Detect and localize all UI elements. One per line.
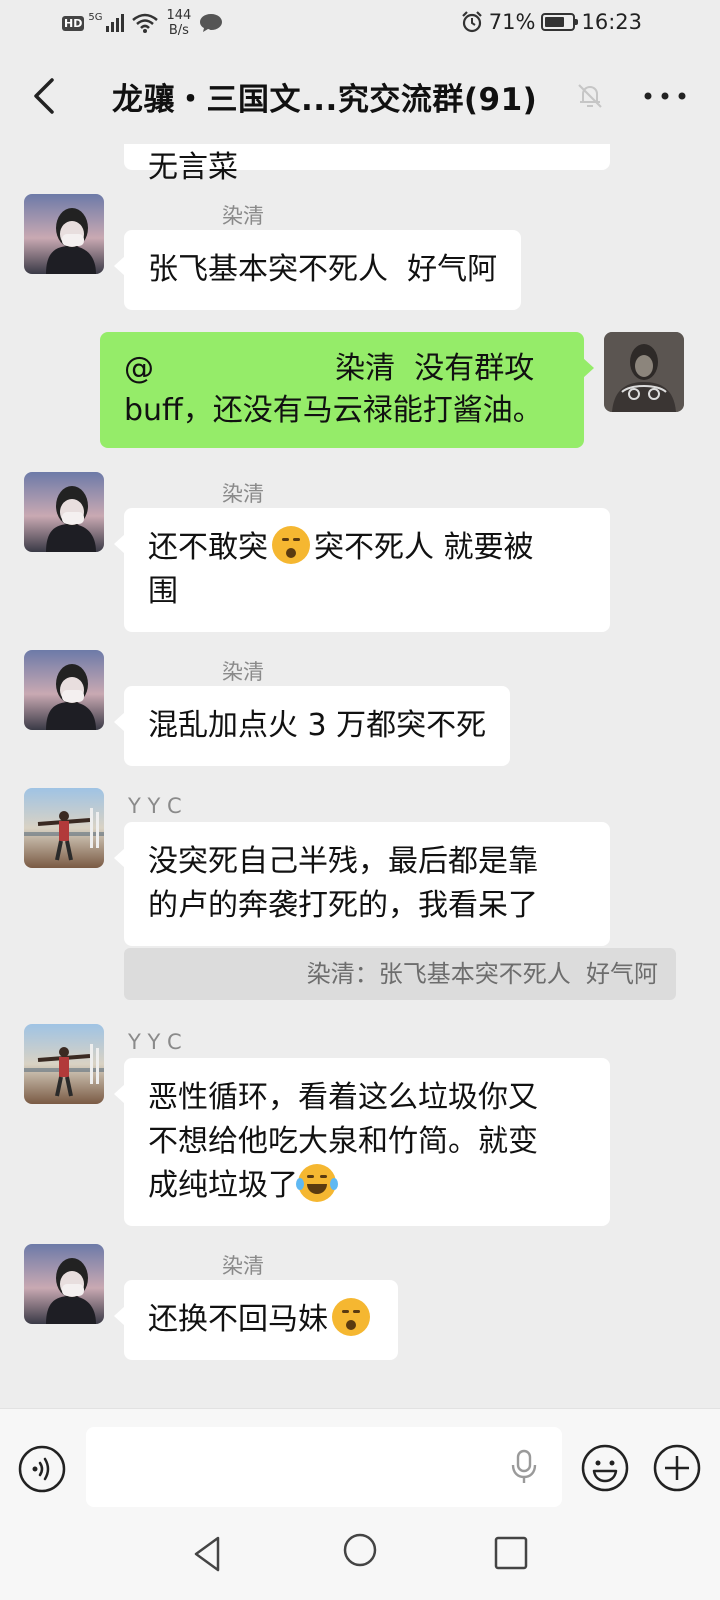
message-text-line: 没突死自己半残，最后都是靠 xyxy=(148,844,538,879)
net-speed-value: 144 xyxy=(166,8,192,23)
back-arrow-icon xyxy=(34,78,54,114)
quoted-reply[interactable]: 染清：张飞基本突不死人 好气阿 xyxy=(124,948,676,1000)
message-text: 无言菜 xyxy=(148,150,238,185)
message-bubble[interactable]: 还换不回马妹 xyxy=(114,1280,398,1360)
message-text-line: 的卢的奔袭打死的，我看呆了 xyxy=(148,888,538,923)
message-text: 成纯垃圾了 xyxy=(148,1168,298,1203)
message-text: 张飞基本突不死人 好气阿 xyxy=(148,252,498,287)
message-text-line: 围 xyxy=(148,574,178,609)
system-recents-icon[interactable] xyxy=(494,1536,528,1570)
sender-name: 染清 xyxy=(222,1254,264,1278)
message-bubble[interactable]: 张飞基本突不死人 好气阿 xyxy=(113,230,522,310)
message-bubble[interactable]: 没突死自己半残，最后都是靠 的卢的奔袭打死的，我看呆了 xyxy=(114,822,610,946)
avatar[interactable] xyxy=(24,194,104,274)
chat-title: 龙骧・三国文...究交流群(91) xyxy=(112,82,538,118)
message-text-line: @ 染清 没有群攻 xyxy=(124,351,535,386)
message-bubble[interactable]: 恶性循环，看着这么垃圾你又 不想给他吃大泉和竹简。就变 成纯垃圾了 xyxy=(114,1058,610,1226)
message-text: 还换不回马妹 xyxy=(148,1302,328,1337)
message-bubble[interactable]: 还不敢突 突不死人 就要被 围 xyxy=(114,508,610,632)
net-speed-unit: B/s xyxy=(168,23,189,38)
kissing-face-emoji-icon xyxy=(272,526,310,564)
status-left: HD 5G 144 B/s xyxy=(62,8,223,38)
emoji-button[interactable] xyxy=(580,1443,630,1493)
message-text-line: 恶性循环，看着这么垃圾你又 xyxy=(148,1080,538,1115)
sender-name: Y Y C xyxy=(128,1030,182,1054)
signal-icon xyxy=(106,14,125,32)
message-text-line: 不想给他吃大泉和竹简。就变 xyxy=(148,1124,538,1159)
avatar[interactable] xyxy=(24,1244,104,1324)
self-avatar[interactable] xyxy=(604,332,684,412)
quoted-text: 染清：张飞基本突不死人 好气阿 xyxy=(306,960,658,988)
battery-level xyxy=(545,17,564,27)
message-bubble-self[interactable]: @ 染清 没有群攻 buff，还没有马云禄能打酱油。 xyxy=(100,332,594,448)
clock: 16:23 xyxy=(581,10,642,34)
battery-icon xyxy=(541,13,579,31)
message-input[interactable] xyxy=(86,1427,562,1507)
message-notification-icon xyxy=(200,14,223,32)
message-bubble[interactable]: 混乱加点火 3 万都突不死 xyxy=(113,686,511,766)
hd-badge: HD xyxy=(62,15,85,31)
sender-name: 染清 xyxy=(222,660,264,684)
message-list[interactable]: 无言菜 染清 张飞基本突不死人 好气阿 @ 染清 没有群攻 buff，还没有马云… xyxy=(0,144,720,1408)
microphone-icon[interactable] xyxy=(510,1449,538,1485)
message-text-line: buff，还没有马云禄能打酱油。 xyxy=(124,393,543,428)
avatar[interactable] xyxy=(24,472,104,552)
tears-of-joy-emoji-icon xyxy=(296,1164,338,1202)
wifi-icon xyxy=(132,13,159,33)
system-navigation-bar xyxy=(0,1512,720,1600)
message-text: 混乱加点火 3 万都突不死 xyxy=(148,708,487,743)
network-type: 5G xyxy=(88,11,103,23)
more-functions-button[interactable] xyxy=(652,1443,702,1493)
back-button[interactable] xyxy=(22,68,66,124)
message-text-line: 还不敢突 突不死人 就要被 xyxy=(148,526,586,570)
avatar[interactable] xyxy=(24,650,104,730)
input-bar xyxy=(0,1408,720,1512)
alarm-icon xyxy=(462,11,482,33)
system-back-icon[interactable] xyxy=(188,1534,228,1574)
status-bar: HD 5G 144 B/s 71% 16:23 xyxy=(0,0,720,48)
avatar[interactable] xyxy=(24,788,104,868)
message-text: 突不死人 就要被 xyxy=(314,530,534,565)
kissing-face-emoji-icon xyxy=(332,1298,370,1336)
more-options-button[interactable] xyxy=(640,88,690,104)
message-text-line: 成纯垃圾了 xyxy=(148,1164,586,1208)
chat-header: 龙骧・三国文...究交流群(91) xyxy=(0,48,720,144)
message-bubble-partial[interactable]: 无言菜 xyxy=(124,144,610,183)
message-text: 还不敢突 xyxy=(148,530,268,565)
system-home-icon[interactable] xyxy=(342,1532,378,1568)
status-right: 71% 16:23 xyxy=(461,10,642,34)
sender-name: 染清 xyxy=(222,482,264,506)
sender-name: Y Y C xyxy=(128,794,182,818)
battery-percent: 71% xyxy=(488,10,536,34)
avatar[interactable] xyxy=(24,1024,104,1104)
sender-name: 染清 xyxy=(222,204,264,228)
voice-input-button[interactable] xyxy=(18,1445,66,1493)
mute-bell-icon xyxy=(578,84,602,108)
net-speed: 144 B/s xyxy=(166,8,191,38)
